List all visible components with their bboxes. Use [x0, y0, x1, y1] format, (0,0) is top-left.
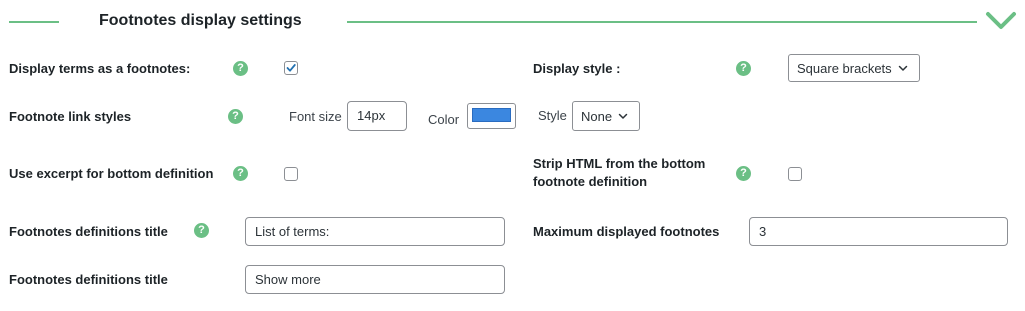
show-more-title-label: Footnotes definitions title	[9, 272, 168, 287]
link-style-value: None	[581, 108, 613, 124]
question-mark-icon[interactable]: ?	[736, 166, 751, 181]
chevron-down-icon	[898, 65, 907, 71]
question-mark-icon[interactable]: ?	[233, 166, 248, 181]
font-size-label: Font size	[289, 109, 342, 124]
font-size-input[interactable]: 14px	[347, 101, 407, 131]
definitions-title-label: Footnotes definitions title	[9, 224, 168, 239]
style-label: Style	[538, 108, 567, 123]
max-displayed-input[interactable]: 3	[749, 217, 1008, 246]
question-mark-icon[interactable]: ?	[228, 109, 243, 124]
link-style-select[interactable]: None	[572, 101, 640, 131]
show-more-title-input[interactable]: Show more	[245, 265, 505, 294]
max-displayed-label: Maximum displayed footnotes	[533, 224, 720, 239]
use-excerpt-checkbox[interactable]	[284, 167, 298, 181]
color-swatch	[472, 108, 511, 122]
strip-html-label: Strip HTML from the bottom footnote defi…	[533, 156, 706, 189]
question-mark-icon[interactable]: ?	[233, 61, 248, 76]
question-mark-icon[interactable]: ?	[736, 61, 751, 76]
use-excerpt-label: Use excerpt for bottom definition	[9, 166, 214, 181]
header-line-right	[347, 21, 977, 23]
display-terms-checkbox[interactable]	[284, 61, 298, 75]
definitions-title-input[interactable]: List of terms:	[245, 217, 505, 246]
color-picker-button[interactable]	[467, 103, 516, 129]
display-style-value: Square brackets	[797, 60, 892, 76]
display-terms-label: Display terms as a footnotes:	[9, 61, 191, 76]
link-styles-label: Footnote link styles	[9, 109, 132, 124]
color-label: Color	[428, 112, 460, 127]
header-line-left	[9, 21, 59, 23]
chevron-down-icon[interactable]	[985, 9, 1017, 33]
strip-html-checkbox[interactable]	[788, 167, 802, 181]
section-title: Footnotes display settings	[99, 12, 302, 29]
chevron-down-icon	[618, 113, 628, 119]
question-mark-icon[interactable]: ?	[194, 223, 209, 238]
display-style-label: Display style :	[533, 61, 621, 76]
display-style-select[interactable]: Square brackets	[788, 54, 920, 82]
